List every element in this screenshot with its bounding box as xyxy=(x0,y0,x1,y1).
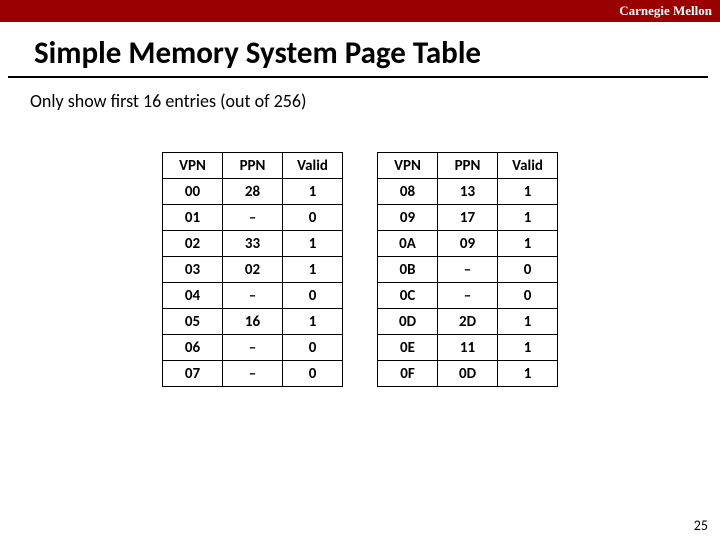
cell-valid: 0 xyxy=(498,257,558,283)
page-table-left: VPN PPN Valid 0028101–0023310302104–0051… xyxy=(162,152,343,387)
col-valid: Valid xyxy=(498,153,558,179)
table-row: 0B–0 xyxy=(378,257,558,283)
page-number: 25 xyxy=(694,517,708,534)
table-row: 05161 xyxy=(163,309,343,335)
cell-valid: 1 xyxy=(283,309,343,335)
subtitle: Only show first 16 entries (out of 256) xyxy=(0,78,720,112)
cell-valid: 1 xyxy=(283,179,343,205)
table-row: 0F0D1 xyxy=(378,361,558,387)
table-row: 01–0 xyxy=(163,205,343,231)
table-row: 07–0 xyxy=(163,361,343,387)
cell-ppn: – xyxy=(223,205,283,231)
cell-ppn: 17 xyxy=(438,205,498,231)
cell-vpn: 09 xyxy=(378,205,438,231)
table-row: 0A091 xyxy=(378,231,558,257)
table-row: 08131 xyxy=(378,179,558,205)
cell-valid: 0 xyxy=(498,283,558,309)
cell-ppn: – xyxy=(438,283,498,309)
col-ppn: PPN xyxy=(438,153,498,179)
cell-valid: 1 xyxy=(498,205,558,231)
table-row: 04–0 xyxy=(163,283,343,309)
cell-valid: 1 xyxy=(498,231,558,257)
page-title: Simple Memory System Page Table xyxy=(8,22,708,78)
table-row: 0D2D1 xyxy=(378,309,558,335)
table-row: 06–0 xyxy=(163,335,343,361)
cell-ppn: 09 xyxy=(438,231,498,257)
table-header-row: VPN PPN Valid xyxy=(378,153,558,179)
tables-container: VPN PPN Valid 0028101–0023310302104–0051… xyxy=(0,152,720,387)
col-vpn: VPN xyxy=(163,153,223,179)
cell-ppn: – xyxy=(223,283,283,309)
cell-ppn: 13 xyxy=(438,179,498,205)
table-header-row: VPN PPN Valid xyxy=(163,153,343,179)
page-table-right: VPN PPN Valid 08131091710A0910B–00C–00D2… xyxy=(377,152,558,387)
cell-ppn: – xyxy=(223,335,283,361)
cell-ppn: 0D xyxy=(438,361,498,387)
cell-vpn: 0E xyxy=(378,335,438,361)
brand-label: Carnegie Mellon xyxy=(619,3,712,18)
cell-vpn: 07 xyxy=(163,361,223,387)
cell-valid: 1 xyxy=(498,179,558,205)
cell-vpn: 0D xyxy=(378,309,438,335)
cell-ppn: 11 xyxy=(438,335,498,361)
cell-vpn: 02 xyxy=(163,231,223,257)
cell-valid: 1 xyxy=(498,309,558,335)
cell-valid: 0 xyxy=(283,361,343,387)
table-row: 02331 xyxy=(163,231,343,257)
cell-valid: 0 xyxy=(283,205,343,231)
cell-ppn: 2D xyxy=(438,309,498,335)
brand-bar: Carnegie Mellon xyxy=(0,0,720,22)
cell-vpn: 00 xyxy=(163,179,223,205)
cell-ppn: 28 xyxy=(223,179,283,205)
cell-ppn: 02 xyxy=(223,257,283,283)
cell-valid: 1 xyxy=(283,231,343,257)
table-row: 0E111 xyxy=(378,335,558,361)
cell-vpn: 03 xyxy=(163,257,223,283)
cell-ppn: 16 xyxy=(223,309,283,335)
table-row: 00281 xyxy=(163,179,343,205)
cell-valid: 1 xyxy=(498,335,558,361)
cell-vpn: 0A xyxy=(378,231,438,257)
table-row: 0C–0 xyxy=(378,283,558,309)
table-row: 09171 xyxy=(378,205,558,231)
table-row: 03021 xyxy=(163,257,343,283)
col-ppn: PPN xyxy=(223,153,283,179)
cell-valid: 0 xyxy=(283,283,343,309)
cell-vpn: 06 xyxy=(163,335,223,361)
cell-ppn: 33 xyxy=(223,231,283,257)
cell-vpn: 05 xyxy=(163,309,223,335)
cell-vpn: 0B xyxy=(378,257,438,283)
col-valid: Valid xyxy=(283,153,343,179)
cell-vpn: 01 xyxy=(163,205,223,231)
cell-valid: 0 xyxy=(283,335,343,361)
cell-vpn: 08 xyxy=(378,179,438,205)
cell-valid: 1 xyxy=(498,361,558,387)
cell-vpn: 04 xyxy=(163,283,223,309)
col-vpn: VPN xyxy=(378,153,438,179)
cell-valid: 1 xyxy=(283,257,343,283)
cell-ppn: – xyxy=(223,361,283,387)
cell-ppn: – xyxy=(438,257,498,283)
cell-vpn: 0F xyxy=(378,361,438,387)
cell-vpn: 0C xyxy=(378,283,438,309)
